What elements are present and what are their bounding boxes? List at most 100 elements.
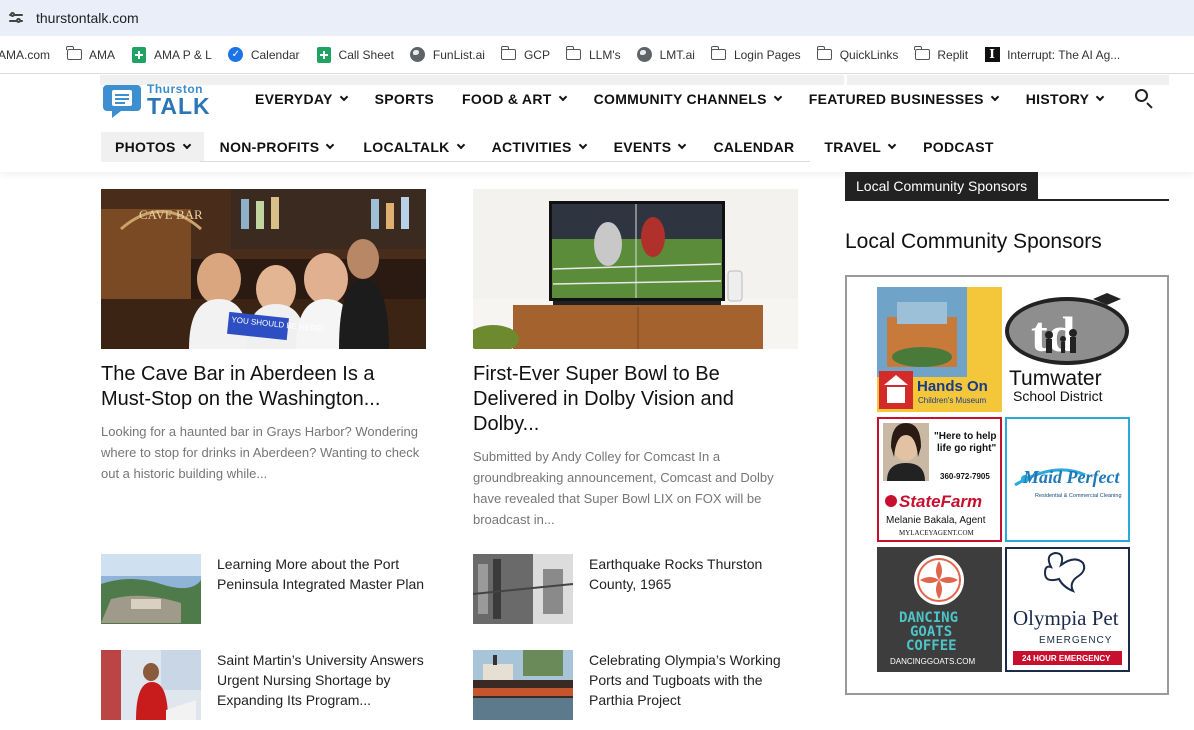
nav-travel[interactable]: TRAVEL bbox=[810, 132, 909, 162]
nav-photos[interactable]: PHOTOS bbox=[101, 132, 204, 162]
list-item-title[interactable]: Learning More about the Port Peninsula I… bbox=[217, 554, 429, 594]
bookmark-replit[interactable]: Replit bbox=[914, 46, 969, 63]
cave-bar-photo[interactable]: CAVE BAR YOU SHOULD BE HERE! bbox=[101, 189, 426, 349]
calendar-icon: ✓ bbox=[228, 47, 244, 63]
port-aerial-thumbnail[interactable] bbox=[101, 554, 201, 624]
nav-localtalk[interactable]: LOCALTALK bbox=[347, 132, 477, 162]
folder-icon bbox=[914, 46, 930, 63]
bookmark-label: AMA.com bbox=[0, 47, 51, 62]
nav-label: PODCAST bbox=[923, 139, 994, 155]
nav-label: LOCALTALK bbox=[363, 139, 450, 155]
nav-label: NON-PROFITS bbox=[219, 139, 320, 155]
ad-text: StateFarm bbox=[899, 492, 982, 511]
list-item-title[interactable]: Saint Martin’s University Answers Urgent… bbox=[217, 650, 429, 710]
bookmark-calendar[interactable]: ✓ Calendar bbox=[228, 47, 300, 63]
nav-sports[interactable]: SPORTS bbox=[359, 84, 450, 114]
bookmark-ama[interactable]: AMA bbox=[65, 46, 115, 63]
ad-text: Maid Perfect bbox=[1022, 467, 1120, 487]
bookmark-quicklinks[interactable]: QuickLinks bbox=[816, 46, 898, 63]
primary-nav: EVERYDAY SPORTS FOOD & ART COMMUNITY CHA… bbox=[243, 84, 1115, 114]
list-item[interactable]: Saint Martin’s University Answers Urgent… bbox=[101, 650, 426, 720]
ad-maid-perfect[interactable]: Maid Perfect Residential & Commercial Cl… bbox=[1005, 417, 1130, 542]
list-item[interactable]: Earthquake Rocks Thurston County, 1965 bbox=[473, 554, 798, 624]
nav-events[interactable]: EVENTS bbox=[600, 132, 700, 162]
nav-podcast[interactable]: PODCAST bbox=[909, 132, 1006, 162]
list-item[interactable]: Celebrating Olympia’s Working Ports and … bbox=[473, 650, 798, 720]
bookmark-llms[interactable]: LLM's bbox=[565, 46, 621, 63]
nav-community-channels[interactable]: COMMUNITY CHANNELS bbox=[578, 84, 793, 114]
globe-icon bbox=[410, 47, 426, 63]
nav-food-art[interactable]: FOOD & ART bbox=[450, 84, 578, 114]
bookmark-label: Calendar bbox=[250, 47, 300, 62]
ad-state-farm-agent[interactable]: "Here to help life go right" 360-972-790… bbox=[877, 417, 1002, 542]
browser-address-bar[interactable]: thurstontalk.com bbox=[0, 0, 1194, 36]
bookmark-lmt[interactable]: LMT.ai bbox=[637, 47, 695, 63]
bookmark-label: Login Pages bbox=[733, 47, 801, 62]
bookmark-login-pages[interactable]: Login Pages bbox=[710, 46, 801, 63]
ad-text: Children's Museum bbox=[918, 396, 987, 405]
sidebar-divider bbox=[845, 199, 1169, 201]
tugboat-photo-thumbnail[interactable] bbox=[473, 650, 573, 720]
chevron-down-icon bbox=[182, 140, 191, 150]
bookmark-call-sheet[interactable]: Call Sheet bbox=[316, 46, 394, 63]
nav-featured-businesses[interactable]: FEATURED BUSINESSES bbox=[793, 84, 1010, 114]
list-item-title[interactable]: Celebrating Olympia’s Working Ports and … bbox=[589, 650, 801, 710]
globe-icon bbox=[637, 47, 653, 63]
folder-icon bbox=[65, 46, 82, 63]
folder-icon bbox=[816, 46, 833, 63]
site-settings-icon[interactable] bbox=[9, 11, 23, 25]
bookmark-label: Interrupt: The AI Ag... bbox=[1007, 47, 1121, 62]
bookmark-ama-com[interactable]: AMA.com bbox=[0, 48, 50, 62]
ad-text: 24 HOUR EMERGENCY bbox=[1022, 654, 1111, 663]
folder-icon bbox=[565, 46, 582, 63]
nursing-photo-thumbnail[interactable] bbox=[101, 650, 201, 720]
featured-article[interactable]: First-Ever Super Bowl to Be Delivered in… bbox=[473, 189, 798, 530]
super-bowl-tv-photo[interactable] bbox=[473, 189, 798, 349]
ad-text: School District bbox=[1013, 388, 1103, 404]
sheets-icon bbox=[131, 46, 147, 63]
chevron-down-icon bbox=[678, 140, 687, 150]
sidebar-section-tag: Local Community Sponsors bbox=[845, 172, 1039, 200]
nav-divider bbox=[200, 161, 810, 162]
ad-tumwater-school-district[interactable]: td Tumwater School District bbox=[1005, 287, 1130, 412]
ad-text: 360-972-7905 bbox=[940, 472, 990, 481]
nav-non-profits[interactable]: NON-PROFITS bbox=[204, 132, 348, 162]
ad-dancing-goats-coffee[interactable]: DANCING GOATS COFFEE DANCINGGOATS.COM bbox=[877, 547, 1002, 672]
nav-label: FEATURED BUSINESSES bbox=[808, 91, 984, 107]
nav-label: PHOTOS bbox=[115, 139, 176, 155]
speech-bubble-logo-icon bbox=[101, 82, 143, 118]
url-text[interactable]: thurstontalk.com bbox=[36, 10, 139, 26]
ad-text: MYLACEYAGENT.COM bbox=[899, 529, 975, 537]
nav-label: HISTORY bbox=[1025, 91, 1090, 107]
cave-bar-sign-text: CAVE BAR bbox=[139, 207, 203, 222]
list-item-title[interactable]: Earthquake Rocks Thurston County, 1965 bbox=[589, 554, 801, 594]
featured-article[interactable]: CAVE BAR YOU SHOULD BE HERE! The Cave Ba… bbox=[101, 189, 426, 484]
featured-excerpt: Looking for a haunted bar in Grays Harbo… bbox=[101, 424, 420, 481]
list-item[interactable]: Learning More about the Port Peninsula I… bbox=[101, 554, 426, 624]
chevron-down-icon bbox=[558, 92, 567, 102]
nav-history[interactable]: HISTORY bbox=[1010, 84, 1116, 114]
nav-calendar[interactable]: CALENDAR bbox=[699, 132, 810, 162]
bookmark-ama-pl[interactable]: AMA P & L bbox=[131, 46, 212, 63]
site-logo[interactable]: Thurston TALK bbox=[101, 80, 231, 120]
search-icon[interactable] bbox=[1134, 88, 1156, 110]
featured-title[interactable]: The Cave Bar in Aberdeen Is a Must-Stop … bbox=[101, 362, 426, 412]
earthquake-photo-thumbnail[interactable] bbox=[473, 554, 573, 624]
ad-text: Residential & Commercial Cleaning bbox=[1035, 493, 1122, 499]
chevron-down-icon bbox=[326, 140, 335, 150]
chevron-down-icon bbox=[456, 140, 465, 150]
bookmark-gcp[interactable]: GCP bbox=[500, 46, 550, 63]
interrupt-icon: I bbox=[984, 47, 1000, 63]
ad-olympia-pet-emergency[interactable]: Olympia Pet EMERGENCY 24 HOUR EMERGENCY bbox=[1005, 547, 1130, 672]
ad-hands-on-childrens-museum[interactable]: Hands On Children's Museum bbox=[877, 287, 1002, 412]
folder-icon bbox=[710, 46, 727, 63]
chevron-down-icon bbox=[339, 92, 348, 102]
bookmark-interrupt[interactable]: I Interrupt: The AI Ag... bbox=[984, 47, 1120, 63]
bookmark-label: Replit bbox=[937, 47, 969, 62]
bookmark-funlist[interactable]: FunList.ai bbox=[410, 47, 485, 63]
nav-everyday[interactable]: EVERYDAY bbox=[243, 84, 359, 114]
nav-activities[interactable]: ACTIVITIES bbox=[478, 132, 600, 162]
bookmark-label: LMT.ai bbox=[659, 47, 695, 62]
ad-text: Tumwater bbox=[1009, 367, 1102, 390]
featured-title[interactable]: First-Ever Super Bowl to Be Delivered in… bbox=[473, 362, 798, 437]
